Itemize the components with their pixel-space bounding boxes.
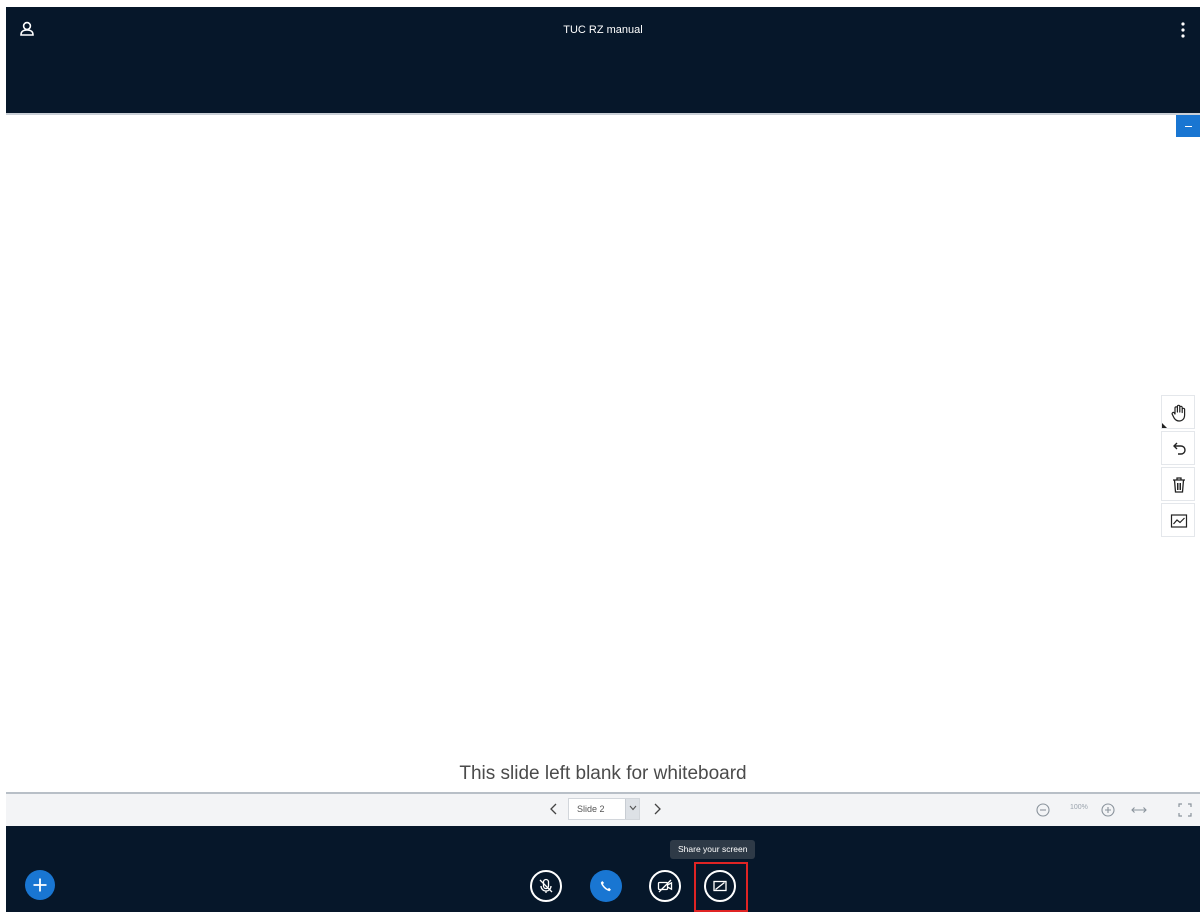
undo-button[interactable] <box>1161 431 1195 465</box>
slide-select-label: Slide 2 <box>577 804 605 814</box>
zoom-in-button[interactable] <box>1100 802 1116 818</box>
fit-width-icon <box>1131 807 1147 813</box>
whiteboard-toolbar <box>1161 395 1195 539</box>
top-navbar: TUC RZ manual <box>6 7 1200 113</box>
tool-options-indicator <box>1162 423 1167 428</box>
mute-microphone-button[interactable] <box>530 870 562 902</box>
leave-audio-button[interactable] <box>590 870 622 902</box>
zoom-out-button[interactable] <box>1035 802 1051 818</box>
hand-tool-button[interactable] <box>1161 395 1195 429</box>
zoom-level: 100% <box>1070 804 1088 811</box>
microphone-muted-icon <box>539 878 553 893</box>
actions-button[interactable] <box>25 870 55 900</box>
chevron-right-icon <box>654 803 661 815</box>
chevron-left-icon <box>550 803 557 815</box>
options-menu-button[interactable] <box>1176 20 1190 40</box>
video-off-icon <box>657 879 673 893</box>
presentation-toolbar: Slide 2 100% <box>6 792 1200 826</box>
previous-slide-button[interactable] <box>546 800 562 818</box>
share-webcam-button[interactable] <box>649 870 681 902</box>
chevron-down-icon <box>629 805 637 811</box>
action-bar: Share your screen <box>6 826 1200 912</box>
hand-icon <box>1171 404 1186 422</box>
chart-line-icon <box>1170 514 1188 528</box>
share-screen-highlight <box>694 862 748 912</box>
slide-select-caret <box>625 799 639 819</box>
next-slide-button[interactable] <box>649 800 665 818</box>
slide-content-text: This slide left blank for whiteboard <box>459 763 747 784</box>
more-vertical-icon <box>1181 22 1185 38</box>
minimize-icon <box>1185 126 1192 127</box>
minimize-presentation-button[interactable] <box>1176 115 1200 137</box>
zoom-out-icon <box>1036 803 1050 817</box>
slide-select[interactable]: Slide 2 <box>568 798 640 820</box>
fit-to-width-button[interactable] <box>1130 803 1148 817</box>
trash-icon <box>1173 477 1185 493</box>
zoom-in-icon <box>1101 803 1115 817</box>
phone-icon <box>600 881 611 892</box>
clear-annotations-button[interactable] <box>1161 467 1195 501</box>
plus-icon <box>33 878 47 892</box>
top-strip <box>0 0 1200 7</box>
multi-user-whiteboard-button[interactable] <box>1161 503 1195 537</box>
fullscreen-button[interactable] <box>1177 802 1193 818</box>
presentation-area[interactable]: This slide left blank for whiteboard <box>6 115 1200 792</box>
fullscreen-icon <box>1178 803 1192 817</box>
meeting-title: TUC RZ manual <box>563 24 643 36</box>
share-screen-tooltip: Share your screen <box>670 840 756 859</box>
undo-icon <box>1173 442 1186 455</box>
